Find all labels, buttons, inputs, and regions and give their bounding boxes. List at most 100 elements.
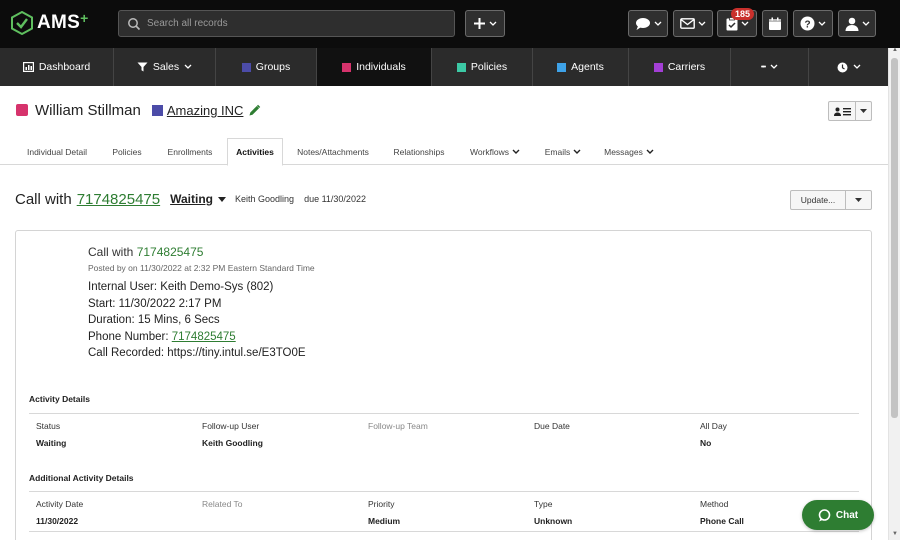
page-scrollbar[interactable]: ▲ ▼ (888, 47, 900, 540)
due-date-field: Due Date (534, 421, 570, 431)
tab-relationships[interactable]: Relationships (388, 138, 450, 165)
tab-policies[interactable]: Policies (104, 138, 150, 165)
activity-status-dropdown[interactable]: Waiting (170, 192, 213, 206)
activity-due: due 11/30/2022 (304, 194, 366, 204)
create-new-button[interactable] (465, 10, 505, 37)
chevron-down-icon (184, 64, 192, 69)
nav-carriers-label: Carriers (667, 61, 706, 73)
record-tabs: Individual Detail Policies Enrollments A… (0, 138, 888, 283)
tab-messages-label: Messages (604, 146, 643, 157)
nav-agents[interactable]: Agents (533, 48, 629, 86)
nav-groups-label: Groups (255, 61, 291, 73)
caret-down-icon (860, 109, 867, 113)
status-label: Status (36, 421, 61, 431)
phone-number-link[interactable]: 7174825475 (172, 331, 236, 343)
svg-text:?: ? (804, 19, 810, 30)
search-input[interactable]: Search all records (147, 18, 228, 29)
nav-groups[interactable]: Groups (216, 48, 317, 86)
tab-notes-label: Notes/Attachments (297, 146, 369, 157)
chat-button[interactable]: Chat (802, 500, 874, 530)
user-icon (845, 17, 858, 31)
contact-list-toggle[interactable] (829, 102, 856, 120)
user-menu-button[interactable] (838, 10, 876, 37)
nav-sales-label: Sales (152, 61, 180, 73)
activity-title-prefix: Call with (15, 190, 72, 208)
activity-date-field: Activity Date 11/30/2022 (36, 499, 83, 526)
status-field: Status Waiting (36, 421, 66, 448)
chevron-down-icon (862, 21, 869, 26)
followup-team-label: Follow-up Team (368, 421, 428, 431)
tasks-count-badge: 185 (731, 8, 755, 20)
tab-emails[interactable]: Emails (540, 138, 586, 165)
tab-individual-detail[interactable]: Individual Detail (16, 138, 98, 165)
nav-policies-label: Policies (470, 61, 508, 73)
chevron-down-icon (770, 64, 778, 69)
all-day-field: All Day No (700, 421, 727, 448)
dashboard-icon (22, 62, 34, 72)
chevron-down-icon (512, 149, 520, 154)
caret-down-icon (855, 198, 862, 202)
method-field: Method Phone Call (700, 499, 744, 526)
update-button-group: Update... (790, 190, 872, 210)
chevron-down-icon (573, 149, 581, 154)
main-nav: Dashboard Sales Groups Individuals Polic… (0, 48, 888, 86)
calendar-button[interactable] (762, 10, 788, 37)
nav-individuals[interactable]: Individuals (317, 48, 432, 86)
tab-emails-label: Emails (544, 146, 571, 157)
priority-field: Priority Medium (368, 499, 400, 526)
chevron-down-icon (698, 21, 706, 26)
chevron-down-icon (489, 21, 497, 26)
nav-recent[interactable] (809, 48, 888, 86)
method-value: Phone Call (700, 516, 744, 526)
scroll-up-arrow-icon[interactable]: ▲ (892, 47, 898, 53)
scroll-down-arrow-icon[interactable]: ▼ (892, 531, 898, 537)
tab-notes-attachments[interactable]: Notes/Attachments (290, 138, 376, 165)
nav-policies[interactable]: Policies (432, 48, 533, 86)
logo-text: AMS (37, 12, 81, 33)
logo[interactable]: AMS + (10, 10, 88, 35)
caret-down-icon[interactable] (218, 196, 227, 202)
company-link[interactable]: Amazing INC (167, 103, 244, 118)
call-details: Internal User: Keith Demo-Sys (802) Star… (88, 279, 306, 362)
update-button[interactable]: Update... (791, 191, 846, 209)
policies-color-square (456, 62, 466, 72)
nav-sales[interactable]: Sales (114, 48, 216, 86)
contact-list-icon (833, 107, 851, 116)
tab-messages[interactable]: Messages (600, 138, 658, 165)
email-button[interactable] (673, 10, 713, 37)
divider (29, 413, 859, 414)
card-phone-link[interactable]: 7174825475 (137, 245, 204, 259)
nav-dashboard[interactable]: Dashboard (0, 48, 114, 86)
group-color-square (151, 104, 163, 116)
tab-enrollments[interactable]: Enrollments (158, 138, 222, 165)
nav-more[interactable]: ••• (731, 48, 809, 86)
activity-card: Call with 7174825475 Posted by on 11/30/… (15, 230, 872, 540)
nav-agents-label: Agents (571, 61, 604, 73)
tab-activities[interactable]: Activities (227, 138, 283, 166)
funnel-icon (137, 62, 148, 72)
chevron-down-icon (818, 21, 826, 26)
chevron-down-icon (741, 21, 748, 26)
groups-color-square (241, 62, 251, 72)
update-dropdown[interactable] (846, 191, 871, 209)
individuals-color-square (342, 62, 352, 72)
messages-button[interactable] (628, 10, 668, 37)
activity-header: Call with 7174825475 Waiting Keith Goodl… (15, 190, 366, 208)
view-options-dropdown[interactable] (856, 102, 871, 120)
view-options-button[interactable] (828, 101, 872, 121)
help-button[interactable]: ? (793, 10, 833, 37)
nav-carriers[interactable]: Carriers (629, 48, 731, 86)
nav-dashboard-label: Dashboard (38, 61, 91, 73)
question-circle-icon: ? (800, 16, 815, 31)
chevron-down-icon (853, 64, 860, 69)
additional-details-heading: Additional Activity Details (29, 473, 134, 483)
calendar-icon (769, 17, 781, 30)
internal-user-line: Internal User: Keith Demo-Sys (802) (88, 281, 274, 293)
tab-enrollments-label: Enrollments (167, 146, 213, 157)
phone-number-label: Phone Number: (88, 330, 169, 343)
tab-workflows[interactable]: Workflows (464, 138, 526, 165)
search-box[interactable]: Search all records (118, 10, 455, 37)
activity-phone-link[interactable]: 7174825475 (77, 191, 160, 208)
pencil-icon[interactable] (248, 104, 261, 117)
scrollbar-thumb[interactable] (891, 58, 898, 418)
